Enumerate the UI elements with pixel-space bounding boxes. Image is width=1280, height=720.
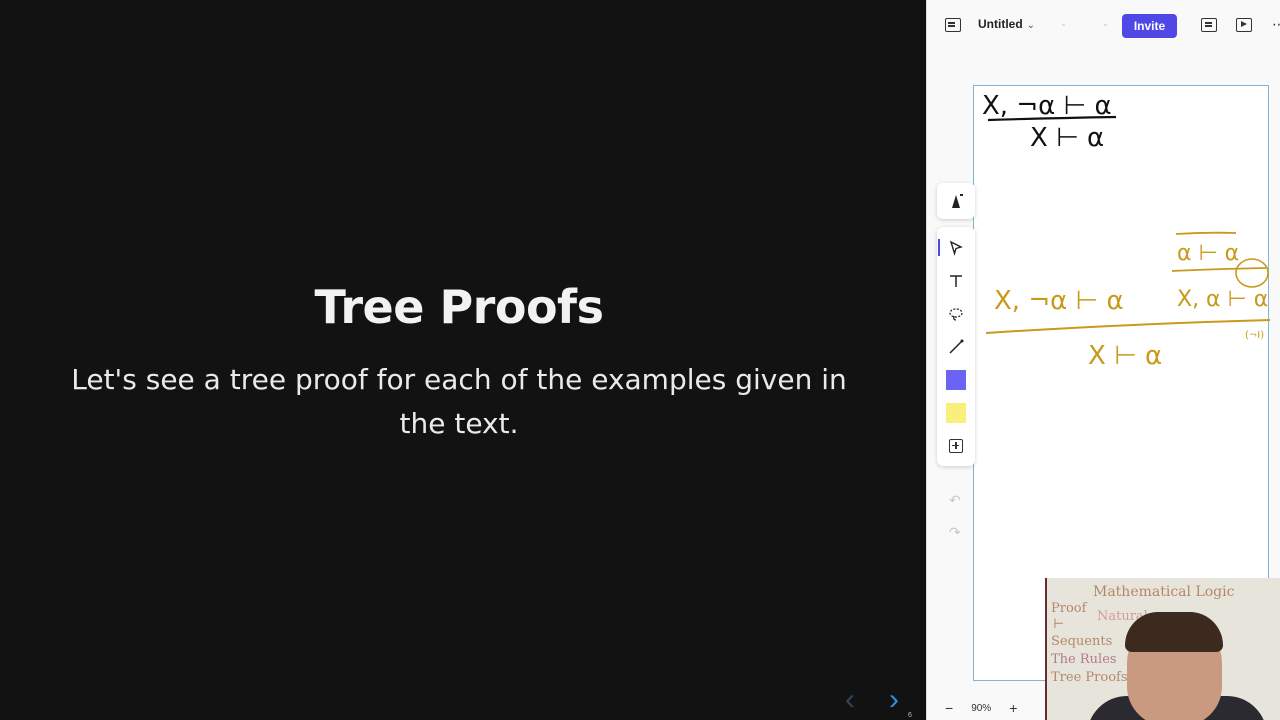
pen-icon xyxy=(952,194,963,208)
text-icon xyxy=(950,274,962,287)
sticky-note-swatch xyxy=(946,402,966,423)
redo-icon[interactable]: ↷ xyxy=(949,524,961,541)
more-options-icon[interactable]: ⋯ xyxy=(1272,16,1280,33)
slide-title: Tree Proofs xyxy=(314,280,604,334)
add-icon xyxy=(949,438,963,453)
line-icon xyxy=(949,339,964,354)
zoom-level: 90% xyxy=(971,702,992,714)
zoom-out-button[interactable]: − xyxy=(945,700,953,716)
comment-icon[interactable] xyxy=(1201,18,1217,32)
document-icon[interactable] xyxy=(945,18,961,32)
presentation-slide: Tree Proofs Let's see a tree proof for e… xyxy=(0,0,926,720)
add-tool[interactable] xyxy=(937,429,975,462)
webcam-board-line: The Rules xyxy=(1051,652,1117,667)
handwriting-top-conclusion: X ⊢ α xyxy=(1030,123,1104,153)
tool-list xyxy=(937,227,975,466)
handwriting-left-premise: X, ¬α ⊢ α xyxy=(994,286,1124,316)
select-tool[interactable] xyxy=(937,231,975,264)
webcam-feed: Mathematical Logic Natural Proof ⊢ Seque… xyxy=(1045,578,1280,720)
chevron-left-icon[interactable]: ‹ xyxy=(845,684,869,716)
shape-tool[interactable] xyxy=(937,363,975,396)
slide-page-number: 6 xyxy=(908,712,912,719)
webcam-board-heading: Mathematical Logic xyxy=(1093,584,1235,600)
lasso-tool[interactable] xyxy=(937,297,975,330)
text-tool[interactable] xyxy=(937,264,975,297)
proof-line-main xyxy=(985,319,1270,334)
handwriting-bottom-conclusion: X ⊢ α xyxy=(1088,341,1162,371)
document-title: Untitled xyxy=(978,17,1023,31)
collaborator-indicator: ▫ xyxy=(1062,22,1065,29)
handwriting-right-lower: X, α ⊢ α xyxy=(1177,287,1268,312)
chevron-down-icon: ⌄ xyxy=(1026,20,1036,31)
presenter-hair xyxy=(1125,612,1223,652)
tool-palette xyxy=(937,183,975,466)
sticky-note-tool[interactable] xyxy=(937,396,975,429)
select-arrow-icon xyxy=(949,240,963,256)
handwriting-right-upper: α ⊢ α xyxy=(1177,241,1239,266)
webcam-board-line: Tree Proofs xyxy=(1051,670,1128,685)
shape-swatch xyxy=(946,369,966,390)
document-title-dropdown[interactable]: Untitled ⌄ xyxy=(978,17,1035,31)
whiteboard-toolbar: Untitled ⌄ ▫ ▫ Invite ⋯ xyxy=(927,0,1280,52)
slide-body-text: Let's see a tree proof for each of the e… xyxy=(71,363,847,440)
present-icon[interactable] xyxy=(1236,18,1252,32)
webcam-board-line: ⊢ xyxy=(1053,617,1065,632)
undo-icon[interactable]: ↶ xyxy=(949,492,961,509)
line-tool[interactable] xyxy=(937,330,975,363)
proof-line-right-mid xyxy=(1171,267,1267,272)
webcam-board-line: Proof xyxy=(1051,601,1087,616)
webcam-board-line: Sequents xyxy=(1051,634,1113,649)
pen-tool[interactable] xyxy=(937,183,975,219)
proof-line-right-top xyxy=(1175,231,1237,235)
collaborator-indicator: ▫ xyxy=(1104,22,1107,29)
circle-annotation xyxy=(1235,258,1269,288)
invite-button[interactable]: Invite xyxy=(1122,14,1177,38)
zoom-controls: − 90% + xyxy=(945,700,1017,716)
lasso-icon xyxy=(949,307,963,321)
handwriting-rule-tag: (¬I) xyxy=(1245,330,1264,341)
zoom-in-button[interactable]: + xyxy=(1009,700,1017,716)
